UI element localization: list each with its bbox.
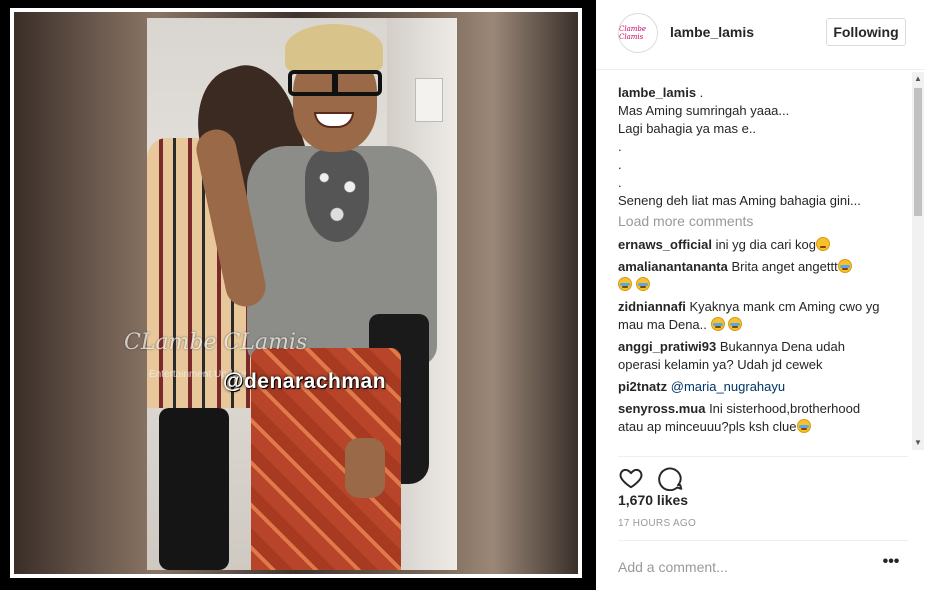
smile-emoji-icon [816,237,831,251]
media-panel: CLambe CLamis Entertainment Update @dena… [0,0,596,590]
comment-username[interactable]: amalianantananta [618,259,728,274]
glasses [288,70,382,96]
user-tag[interactable]: @denarachman [223,370,386,394]
necklace [305,150,369,242]
caption-username[interactable]: lambe_lamis [618,85,696,100]
man-hand [345,438,385,498]
post-image-frame: CLambe CLamis Entertainment Update @dena… [10,8,582,578]
caption-suffix: . [696,85,704,100]
scroll-down-arrow-icon[interactable]: ▼ [912,436,924,450]
comment-username[interactable]: anggi_pratiwi93 [618,339,716,354]
laughing-crying-emoji-icon [837,259,852,273]
photo-content [147,18,457,570]
post-image[interactable]: CLambe CLamis Entertainment Update @dena… [14,12,578,574]
comment-username[interactable]: zidniannafi [618,299,686,314]
laughing-crying-emoji-icon [618,277,632,291]
comment-item: pi2tnatz @maria_nugrahayu [618,378,888,396]
avatar[interactable]: Clambe Clamis [618,13,658,53]
woman-legs [159,408,229,570]
comment-item: anggi_pratiwi93 Bukannya Dena udah opera… [618,338,888,374]
post-sidebar: Clambe Clamis lambe_lamis Following lamb… [596,0,925,590]
comment-item: zidniannafi Kyaknya mank cm Aming cwo yg… [618,298,888,334]
laughing-crying-emoji-icon [796,419,811,433]
comments-list[interactable]: lambe_lamis . Mas Aming sumringah yaaa..… [618,84,888,450]
comment-item: ernaws_official ini yg dia cari kog [618,236,888,254]
avatar-logo-text: Clambe Clamis [619,25,647,41]
caption-line: Seneng deh liat mas Aming bahagia gini..… [618,193,861,208]
comment-text: ini yg dia cari kog [715,237,817,252]
watermark-logo: CLambe CLamis [124,330,308,355]
scroll-up-arrow-icon[interactable]: ▲ [912,72,924,86]
comments-scrollbar[interactable]: ▲ ▼ [912,72,924,450]
wall-sign [415,78,443,122]
action-bar [618,456,908,491]
caption-line: Lagi bahagia ya mas e.. [618,121,757,136]
comment-text: Brita anget angettt [731,259,838,274]
man-hair [285,24,383,74]
header-username[interactable]: lambe_lamis [670,24,754,40]
caption-line: Mas Aming sumringah yaaa... [618,103,790,118]
comment-username[interactable]: senyross.mua [618,401,705,416]
comment-item: senyross.mua Ini sisterhood,brotherhood … [618,400,888,436]
caption-line: . [618,157,622,172]
post-timestamp[interactable]: 17 HOURS AGO [618,518,696,529]
comment-item: amalianantananta Brita anget angettt [618,258,888,294]
laughing-crying-emoji-icon [710,317,725,331]
laughing-crying-emoji-icon [728,317,743,331]
post-header: Clambe Clamis lambe_lamis Following [596,0,925,70]
caption-line: . [618,139,622,154]
load-more-comments-link[interactable]: Load more comments [618,212,888,230]
scrollbar-thumb[interactable] [914,88,922,216]
add-comment-bar: ••• [618,540,908,590]
comment-username[interactable]: pi2tnatz [618,379,667,394]
comment-username[interactable]: ernaws_official [618,237,712,252]
caption-line: . [618,175,622,190]
more-options-icon[interactable]: ••• [880,554,902,577]
add-comment-input[interactable] [618,555,868,579]
laughing-crying-emoji-icon [635,277,650,291]
comment-icon[interactable] [658,465,684,491]
likes-count[interactable]: 1,670 likes [618,492,688,508]
heart-icon[interactable] [618,465,644,491]
following-button[interactable]: Following [826,18,906,46]
caption: lambe_lamis . Mas Aming sumringah yaaa..… [618,84,888,210]
mention-link[interactable]: @maria_nugrahayu [671,379,785,394]
